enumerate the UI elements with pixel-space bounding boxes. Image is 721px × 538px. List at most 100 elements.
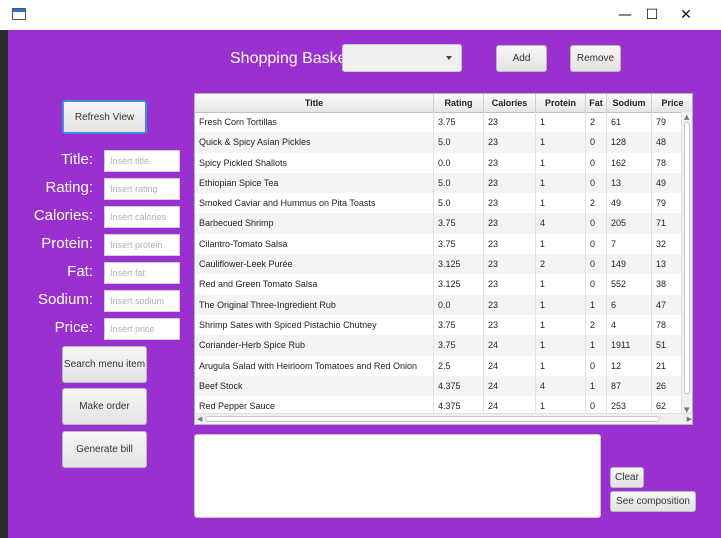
title-input[interactable] xyxy=(104,150,180,172)
vertical-scroll-thumb[interactable] xyxy=(684,122,690,394)
table-row[interactable]: Quick & Spicy Asian Pickles 5.0 23 1 0 128 48 xyxy=(195,132,692,153)
table-cell-rating: 5.0 xyxy=(434,132,484,153)
window-titlebar: — ☐ ✕ xyxy=(0,0,721,30)
table-cell-sodium: 149 xyxy=(607,254,652,275)
table-cell-sodium: 87 xyxy=(607,375,652,397)
scroll-up-icon[interactable]: ▲ xyxy=(684,113,689,121)
app-icon xyxy=(12,8,26,20)
table-row[interactable]: Cilantro-Tomato Salsa 3.75 23 1 0 7 32 xyxy=(195,233,692,255)
search-menu-item-button[interactable]: Search menu item xyxy=(62,346,147,383)
rating-label: Rating: xyxy=(45,179,93,196)
fat-input[interactable] xyxy=(104,262,180,284)
table-cell-protein: 1 xyxy=(536,355,586,376)
table-cell-fat: 0 xyxy=(586,152,607,173)
table-cell-sodium: 205 xyxy=(607,213,652,234)
table-body: Fresh Corn Tortillas 3.75 23 1 2 61 79 Quick & … xyxy=(195,112,692,424)
table-row[interactable]: Shrimp Sates with Spiced Pistachio Chutn… xyxy=(195,314,692,336)
vertical-scrollbar[interactable]: ▲ ▼ xyxy=(681,112,692,415)
rating-input[interactable] xyxy=(104,178,180,200)
table-row[interactable]: Red and Green Tomato Salsa 3.125 23 1 0 552 38 xyxy=(195,274,692,295)
table-header: Title Rating Calories Protein Fat Sodium… xyxy=(195,94,692,113)
column-header-price[interactable]: Price xyxy=(652,94,692,112)
table-cell-calories: 23 xyxy=(484,152,536,173)
sodium-input[interactable] xyxy=(104,290,180,312)
table-cell-rating: 0.0 xyxy=(434,294,484,315)
table-cell-title: Ethiopian Spice Tea xyxy=(195,172,434,194)
table-cell-title: Red and Green Tomato Salsa xyxy=(195,274,434,295)
table-row[interactable]: The Original Three-Ingredient Rub 0.0 23 1 1… xyxy=(195,294,692,315)
generate-bill-button[interactable]: Generate bill xyxy=(62,431,147,468)
price-input[interactable] xyxy=(104,318,180,340)
add-button[interactable]: Add xyxy=(496,45,547,72)
shopping-basket-select[interactable] xyxy=(342,44,462,72)
table-cell-calories: 23 xyxy=(484,254,536,275)
table-row[interactable]: Barbecued Shrimp 3.75 23 4 0 205 71 xyxy=(195,213,692,234)
table-cell-protein: 1 xyxy=(536,335,586,356)
table-cell-protein: 1 xyxy=(536,152,586,173)
see-composition-button[interactable]: See composition xyxy=(610,491,696,512)
table-cell-calories: 23 xyxy=(484,274,536,295)
table-cell-sodium: 4 xyxy=(607,314,652,336)
table-row[interactable]: Spicy Pickled Shallots 0.0 23 1 0 162 78 xyxy=(195,152,692,173)
table-row[interactable]: Ethiopian Spice Tea 5.0 23 1 0 13 49 xyxy=(195,172,692,194)
table-row[interactable]: Coriander-Herb Spice Rub 3.75 24 1 1 1911 51 xyxy=(195,335,692,356)
table-cell-protein: 1 xyxy=(536,193,586,214)
table-cell-fat: 1 xyxy=(586,294,607,315)
column-header-calories[interactable]: Calories xyxy=(484,94,536,112)
table-cell-sodium: 552 xyxy=(607,274,652,295)
table-cell-protein: 1 xyxy=(536,233,586,255)
remove-button[interactable]: Remove xyxy=(570,45,621,72)
table-cell-title: Spicy Pickled Shallots xyxy=(195,152,434,173)
table-cell-rating: 3.75 xyxy=(434,314,484,336)
menu-items-table[interactable]: Title Rating Calories Protein Fat Sodium… xyxy=(194,93,693,425)
table-row[interactable]: Beef Stock 4.375 24 4 1 87 26 xyxy=(195,375,692,397)
maximize-button[interactable]: ☐ xyxy=(641,4,663,26)
table-cell-rating: 3.75 xyxy=(434,213,484,234)
refresh-view-button[interactable]: Refresh View xyxy=(62,100,147,134)
horizontal-scrollbar[interactable]: ◀ ▶ xyxy=(195,413,692,424)
table-cell-title: Shrimp Sates with Spiced Pistachio Chutn… xyxy=(195,314,434,336)
protein-input[interactable] xyxy=(104,234,180,256)
table-cell-calories: 23 xyxy=(484,132,536,153)
table-row[interactable]: Fresh Corn Tortillas 3.75 23 1 2 61 79 xyxy=(195,112,692,133)
column-header-fat[interactable]: Fat xyxy=(586,94,607,112)
table-cell-rating: 5.0 xyxy=(434,193,484,214)
table-row[interactable]: Smoked Caviar and Hummus on Pita Toasts 5… xyxy=(195,193,692,214)
column-header-rating[interactable]: Rating xyxy=(434,94,484,112)
table-cell-title: Beef Stock xyxy=(195,375,434,397)
table-cell-title: Arugula Salad with Heirloom Tomatoes and… xyxy=(195,355,434,376)
table-cell-calories: 24 xyxy=(484,355,536,376)
table-cell-protein: 1 xyxy=(536,172,586,194)
table-cell-calories: 23 xyxy=(484,112,536,133)
clear-button[interactable]: Clear xyxy=(610,467,644,488)
table-row[interactable]: Arugula Salad with Heirloom Tomatoes and… xyxy=(195,355,692,376)
table-cell-fat: 0 xyxy=(586,172,607,194)
minimize-button[interactable]: — xyxy=(614,4,636,26)
table-cell-calories: 23 xyxy=(484,213,536,234)
table-cell-protein: 4 xyxy=(536,375,586,397)
shopping-basket-label: Shopping Basket: xyxy=(230,50,356,67)
table-cell-rating: 3.125 xyxy=(434,274,484,295)
close-button[interactable]: ✕ xyxy=(675,4,697,26)
make-order-button[interactable]: Make order xyxy=(62,388,147,425)
table-cell-calories: 23 xyxy=(484,233,536,255)
table-cell-title: Cilantro-Tomato Salsa xyxy=(195,233,434,255)
table-row[interactable]: Cauliflower-Leek Purée 3.125 23 2 0 149 13 xyxy=(195,254,692,275)
column-header-title[interactable]: Title xyxy=(195,94,434,112)
table-cell-protein: 1 xyxy=(536,294,586,315)
table-cell-fat: 1 xyxy=(586,335,607,356)
table-cell-sodium: 49 xyxy=(607,193,652,214)
column-header-sodium[interactable]: Sodium xyxy=(607,94,652,112)
main-panel: Shopping Basket: Add Remove Refresh View… xyxy=(8,30,721,538)
table-cell-sodium: 6 xyxy=(607,294,652,315)
scroll-left-icon[interactable]: ◀ xyxy=(197,415,202,423)
order-output-area[interactable] xyxy=(194,434,601,518)
table-cell-rating: 3.75 xyxy=(434,112,484,133)
column-header-protein[interactable]: Protein xyxy=(536,94,586,112)
table-cell-rating: 3.75 xyxy=(434,233,484,255)
horizontal-scroll-thumb[interactable] xyxy=(205,416,660,422)
scroll-right-icon[interactable]: ▶ xyxy=(687,415,692,423)
calories-input[interactable] xyxy=(104,206,180,228)
table-cell-calories: 24 xyxy=(484,335,536,356)
chevron-down-icon xyxy=(446,56,452,60)
